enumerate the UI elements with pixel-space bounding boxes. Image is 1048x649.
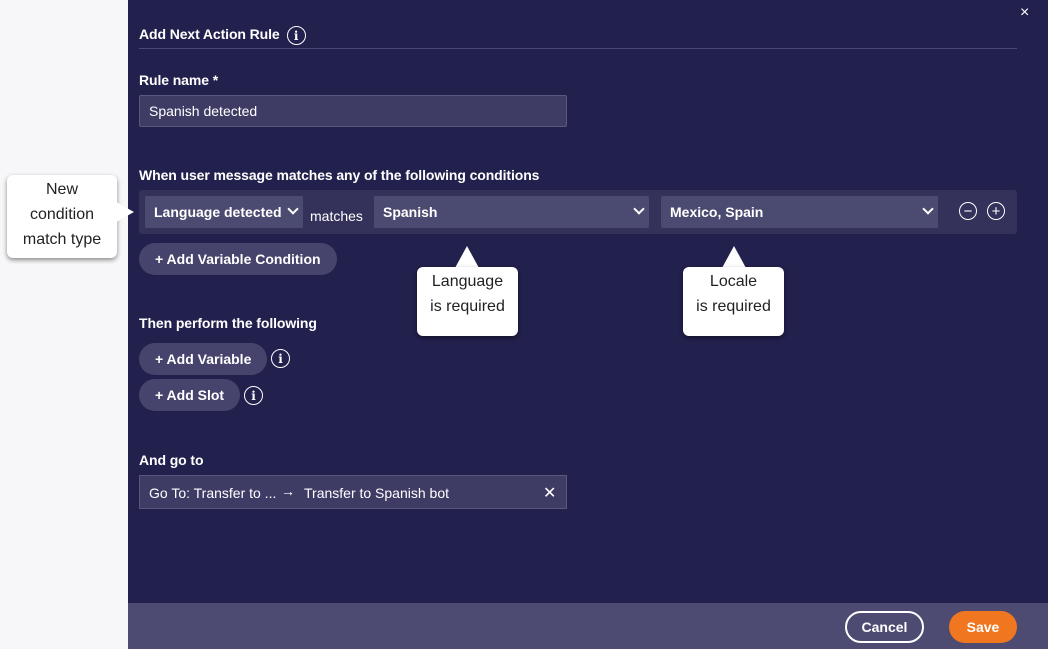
locale-required-callout: Locale is required: [683, 267, 784, 336]
callout-line: is required: [696, 298, 771, 315]
add-slot-button[interactable]: + Add Slot: [139, 379, 241, 411]
add-variable-info-icon[interactable]: i: [271, 349, 290, 368]
callout-pointer: [116, 202, 134, 222]
language-value: Spanish: [383, 204, 438, 220]
chevron-down-icon: [922, 203, 934, 215]
chevron-down-icon: [287, 203, 299, 215]
condition-type-value: Language detected: [154, 204, 282, 220]
add-variable-condition-button[interactable]: + Add Variable Condition: [139, 243, 337, 275]
condition-type-select[interactable]: Language detected: [145, 196, 303, 228]
match-type-callout: New condition match type: [7, 175, 117, 258]
callout-pointer: [722, 246, 746, 268]
callout-line: Language: [431, 273, 504, 290]
add-condition-icon[interactable]: +: [987, 202, 1005, 220]
condition-row: Language detected matches Spanish Mexico…: [139, 190, 1017, 234]
goto-source-text: Go To: Transfer to ...: [149, 485, 277, 501]
locale-select[interactable]: Mexico, Spain: [661, 196, 938, 228]
goto-field[interactable]: Go To: Transfer to ... → Transfer to Spa…: [139, 475, 567, 509]
conditions-heading: When user message matches any of the fol…: [139, 167, 540, 183]
dialog-title: Add Next Action Rule: [139, 25, 280, 42]
header-divider: [139, 48, 1017, 49]
actions-heading: Then perform the following: [139, 315, 317, 331]
title-info-icon[interactable]: i: [286, 26, 306, 45]
callout-line: Locale: [709, 273, 758, 290]
clear-icon[interactable]: ✕: [543, 483, 556, 503]
dialog-header: Add Next Action Rule i: [139, 22, 306, 45]
arrow-right-icon: →: [281, 483, 295, 499]
remove-condition-icon[interactable]: −: [959, 202, 977, 220]
add-slot-info-icon[interactable]: i: [244, 386, 263, 405]
add-variable-button[interactable]: + Add Variable: [139, 343, 268, 375]
callout-line: is required: [430, 298, 505, 315]
close-icon[interactable]: ×: [1020, 4, 1029, 22]
matches-text: matches: [310, 208, 363, 224]
callout-pointer: [455, 246, 479, 268]
locale-value: Mexico, Spain: [670, 204, 764, 220]
rule-name-label: Rule name *: [139, 72, 219, 88]
cancel-button[interactable]: Cancel: [845, 611, 924, 643]
callout-line: condition: [29, 206, 95, 223]
language-select[interactable]: Spanish: [374, 196, 649, 228]
goto-target-text: Transfer to Spanish bot: [304, 485, 450, 501]
language-required-callout: Language is required: [417, 267, 518, 336]
save-button[interactable]: Save: [949, 611, 1017, 643]
callout-line: match type: [22, 231, 102, 248]
chevron-down-icon: [633, 203, 645, 215]
callout-line: New: [45, 181, 78, 198]
add-next-action-rule-dialog: × Add Next Action Rule i Rule name * Spa…: [128, 0, 1048, 649]
rule-name-input[interactable]: Spanish detected: [139, 95, 567, 127]
goto-heading: And go to: [139, 452, 204, 468]
dialog-footer: Cancel Save: [128, 603, 1048, 649]
